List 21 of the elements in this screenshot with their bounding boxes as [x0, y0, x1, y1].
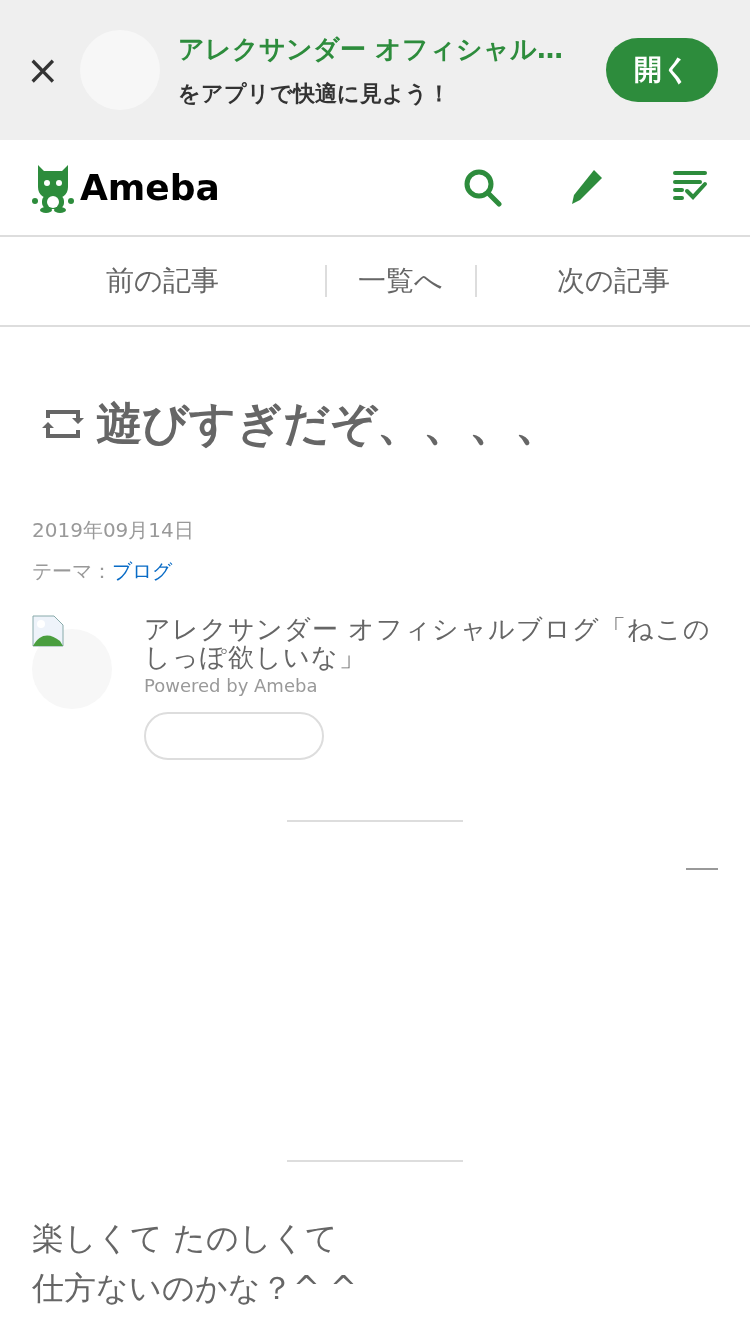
close-button[interactable]: × — [26, 50, 54, 90]
broken-image-icon — [32, 615, 64, 647]
article-nav-link[interactable]: 次の記事 — [476, 262, 750, 300]
ameba-logo[interactable]: Ameba — [80, 167, 220, 208]
body-text: 仕方ないのかな？^ ^ — [32, 1268, 358, 1308]
banner-subtitle: をアプリで快適に見よう！ — [178, 79, 451, 108]
article-nav-link[interactable]: 前の記事 — [0, 262, 326, 300]
open-button[interactable]: 開く — [606, 38, 718, 102]
pencil-icon[interactable] — [570, 168, 604, 205]
mascot-icon[interactable] — [32, 162, 74, 213]
powered-by-text: Powered by Ameba — [144, 675, 319, 696]
blog-name-link[interactable]: アレクサンダー オフィシャルブログ「ねこのしっぽ欲しいな」 — [144, 615, 718, 671]
theme-link[interactable]: ブログ — [112, 559, 172, 583]
checklist-icon[interactable] — [672, 168, 708, 201]
article-title: 遊びすぎだぞ、、、、 — [96, 395, 561, 452]
article-nav-link[interactable]: 一覧へ — [327, 262, 475, 300]
banner-title: アレクサンダー オフィシャル… — [178, 32, 565, 66]
theme-label: テーマ： — [32, 559, 112, 583]
body-text: 楽しくて たのしくて — [32, 1218, 340, 1258]
search-icon[interactable] — [464, 168, 502, 207]
article-date: 2019年09月14日 — [32, 517, 195, 544]
